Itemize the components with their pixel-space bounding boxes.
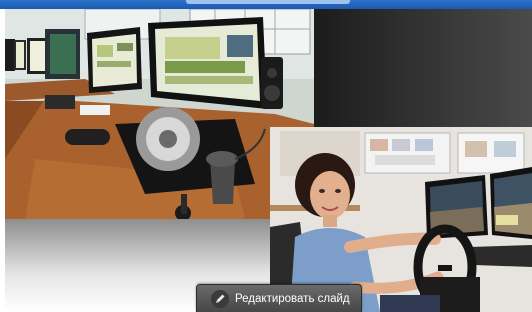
simulator-classroom-photo [5, 9, 314, 219]
edit-slide-label: Редактировать слайд [235, 292, 350, 305]
pencil-icon [211, 289, 229, 308]
edit-slide-button[interactable]: Редактировать слайд [196, 284, 362, 312]
title-tab [186, 0, 350, 4]
top-strip [0, 0, 532, 9]
slide [5, 9, 532, 312]
